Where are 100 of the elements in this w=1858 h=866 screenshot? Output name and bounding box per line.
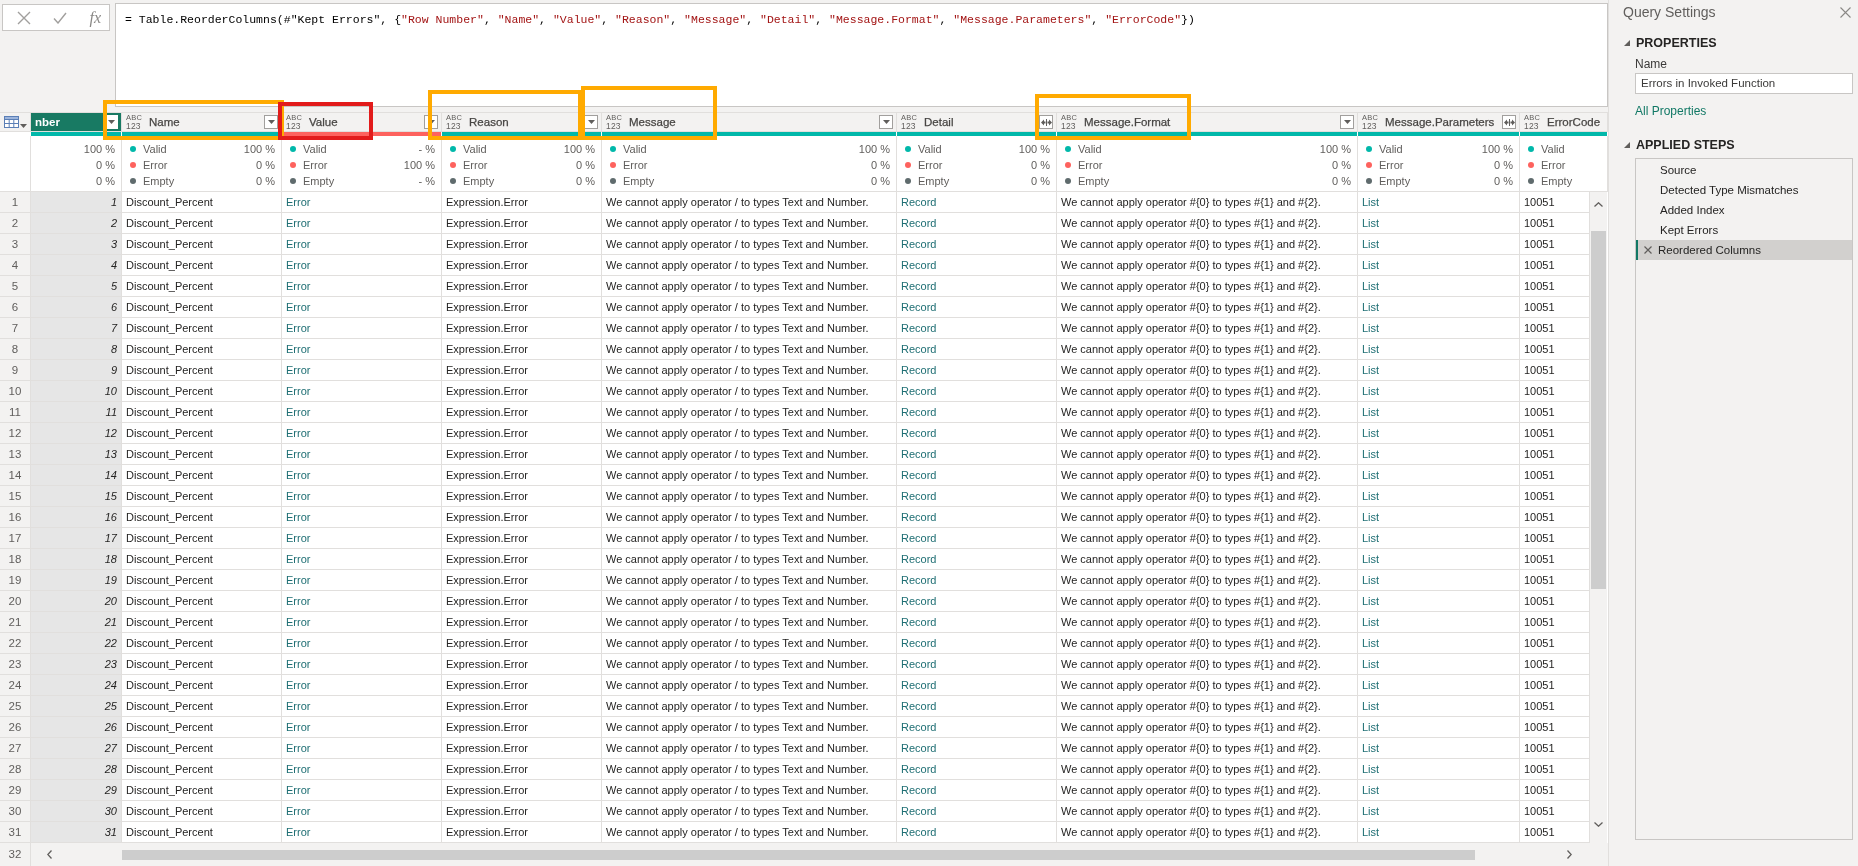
cell-link[interactable]: List — [1358, 465, 1520, 486]
cell-link[interactable]: Record — [897, 192, 1057, 213]
formula-field[interactable]: = Table.ReorderColumns(#"Kept Errors", {"Row Number", "Name", "Value", "Reason", "Message", "Detail", "Message.Format", "Message.Parameters", "ErrorCode"}) — [115, 3, 1608, 107]
cell-link[interactable]: List — [1358, 507, 1520, 528]
cell-link[interactable]: List — [1358, 444, 1520, 465]
cell-link[interactable]: Error — [282, 297, 442, 318]
cell-link[interactable]: Error — [282, 318, 442, 339]
cell-link[interactable]: Record — [897, 780, 1057, 801]
commit-button[interactable] — [53, 11, 68, 24]
step-item[interactable]: Kept Errors — [1636, 220, 1852, 240]
step-item[interactable]: Detected Type Mismatches — [1636, 180, 1852, 200]
cell-link[interactable]: List — [1358, 780, 1520, 801]
cell-link[interactable]: Record — [897, 696, 1057, 717]
column-header[interactable]: nber — [31, 112, 122, 132]
cell-link[interactable]: List — [1358, 675, 1520, 696]
cell-link[interactable]: List — [1358, 423, 1520, 444]
expanded-triangle-icon[interactable] — [1624, 40, 1630, 46]
table-options-button[interactable] — [0, 112, 31, 132]
section-heading[interactable]: APPLIED STEPS — [1636, 138, 1735, 152]
cell-link[interactable]: Record — [897, 675, 1057, 696]
cell-link[interactable]: Record — [897, 591, 1057, 612]
cell-link[interactable]: Error — [282, 276, 442, 297]
cell-link[interactable]: Error — [282, 255, 442, 276]
expand-column-button[interactable] — [1039, 115, 1053, 129]
cell-link[interactable]: List — [1358, 297, 1520, 318]
cell-link[interactable]: List — [1358, 591, 1520, 612]
cell-link[interactable]: Error — [282, 402, 442, 423]
cell-link[interactable]: List — [1358, 360, 1520, 381]
cell-link[interactable]: Error — [282, 339, 442, 360]
cell-link[interactable]: Error — [282, 213, 442, 234]
column-filter-button[interactable] — [879, 115, 893, 129]
cell-link[interactable]: Error — [282, 654, 442, 675]
chevron-up-icon[interactable] — [1594, 202, 1603, 207]
step-item[interactable]: Reordered Columns — [1636, 240, 1852, 260]
cell-link[interactable]: Record — [897, 654, 1057, 675]
cell-link[interactable]: Error — [282, 360, 442, 381]
cell-link[interactable]: Error — [282, 486, 442, 507]
cell-link[interactable]: Record — [897, 486, 1057, 507]
cell-link[interactable]: Error — [282, 633, 442, 654]
cell-link[interactable]: Record — [897, 465, 1057, 486]
cell-link[interactable]: Record — [897, 255, 1057, 276]
cell-link[interactable]: Record — [897, 423, 1057, 444]
step-item[interactable]: Source — [1636, 160, 1852, 180]
cell-link[interactable]: Error — [282, 507, 442, 528]
cell-link[interactable]: Error — [282, 696, 442, 717]
cell-link[interactable]: List — [1358, 192, 1520, 213]
column-filter-button[interactable] — [264, 115, 278, 129]
cell-link[interactable]: Record — [897, 759, 1057, 780]
cell-link[interactable]: List — [1358, 486, 1520, 507]
cell-link[interactable]: List — [1358, 759, 1520, 780]
cell-link[interactable]: Record — [897, 360, 1057, 381]
cell-link[interactable]: List — [1358, 570, 1520, 591]
cell-link[interactable]: List — [1358, 255, 1520, 276]
cell-link[interactable]: Record — [897, 549, 1057, 570]
cell-link[interactable]: List — [1358, 339, 1520, 360]
cell-link[interactable]: Error — [282, 675, 442, 696]
cell-link[interactable]: Record — [897, 318, 1057, 339]
cell-link[interactable]: Error — [282, 528, 442, 549]
cell-link[interactable]: Error — [282, 381, 442, 402]
cancel-button[interactable] — [17, 10, 31, 25]
cell-link[interactable]: Error — [282, 234, 442, 255]
cell-link[interactable]: Record — [897, 738, 1057, 759]
scrollbar-thumb[interactable] — [122, 849, 1475, 860]
name-field[interactable]: Errors in Invoked Function — [1635, 73, 1853, 94]
close-button[interactable] — [1840, 6, 1851, 18]
cell-link[interactable]: List — [1358, 549, 1520, 570]
cell-link[interactable]: Record — [897, 402, 1057, 423]
cell-link[interactable]: Error — [282, 444, 442, 465]
cell-link[interactable]: Record — [897, 381, 1057, 402]
step-item[interactable]: Added Index — [1636, 200, 1852, 220]
cell-link[interactable]: Record — [897, 213, 1057, 234]
cell-link[interactable]: Error — [282, 591, 442, 612]
cell-link[interactable]: Error — [282, 570, 442, 591]
cell-link[interactable]: Record — [897, 339, 1057, 360]
chevron-left-icon[interactable] — [47, 850, 52, 859]
cell-link[interactable]: Error — [282, 423, 442, 444]
cell-link[interactable]: List — [1358, 213, 1520, 234]
cell-link[interactable]: Error — [282, 465, 442, 486]
cell-link[interactable]: Record — [897, 612, 1057, 633]
cell-link[interactable]: Error — [282, 801, 442, 822]
cell-link[interactable]: Error — [282, 759, 442, 780]
cell-link[interactable]: List — [1358, 633, 1520, 654]
cell-link[interactable]: List — [1358, 696, 1520, 717]
cell-link[interactable]: List — [1358, 381, 1520, 402]
cell-link[interactable]: List — [1358, 654, 1520, 675]
cell-link[interactable]: List — [1358, 402, 1520, 423]
insert-function-button[interactable]: fx — [89, 8, 101, 27]
cell-link[interactable]: List — [1358, 234, 1520, 255]
cell-link[interactable]: Error — [282, 192, 442, 213]
cell-link[interactable]: Record — [897, 444, 1057, 465]
cell-link[interactable]: List — [1358, 738, 1520, 759]
expanded-triangle-icon[interactable] — [1624, 142, 1630, 148]
expand-column-button[interactable] — [1502, 115, 1516, 129]
section-heading[interactable]: PROPERTIES — [1636, 36, 1717, 50]
cell-link[interactable]: Record — [897, 507, 1057, 528]
cell-link[interactable]: Record — [897, 717, 1057, 738]
cell-link[interactable]: Error — [282, 780, 442, 801]
cell-link[interactable]: Error — [282, 612, 442, 633]
cell-link[interactable]: List — [1358, 528, 1520, 549]
cell-link[interactable]: List — [1358, 612, 1520, 633]
